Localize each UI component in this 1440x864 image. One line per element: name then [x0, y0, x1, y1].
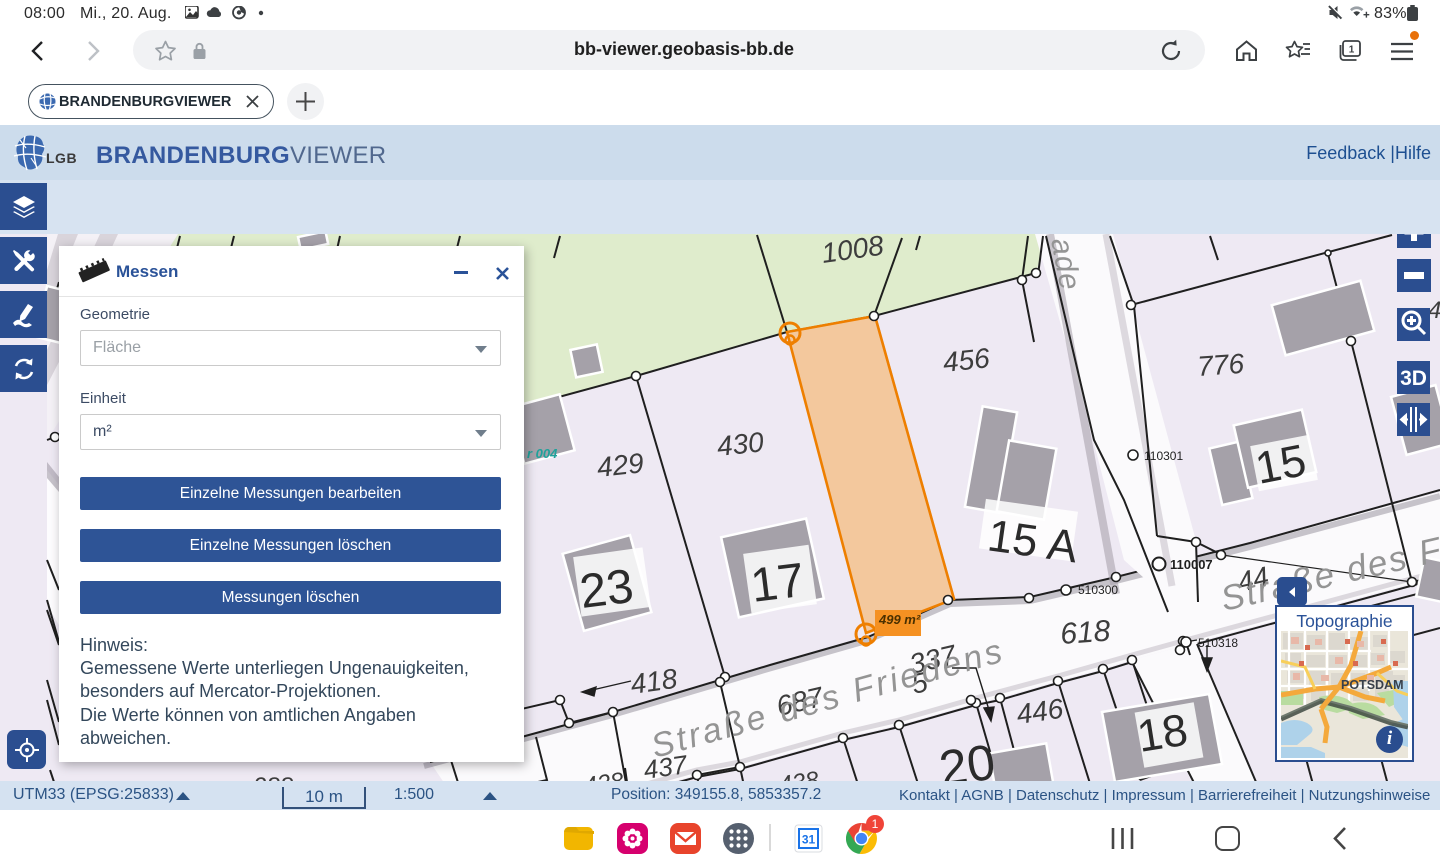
svg-text:15: 15 — [1251, 434, 1310, 494]
svg-text:510318: 510318 — [1198, 636, 1238, 650]
svg-text:18: 18 — [1134, 704, 1191, 762]
svg-text:r 004: r 004 — [527, 446, 558, 461]
svg-text:776: 776 — [1196, 348, 1245, 382]
svg-text:456: 456 — [941, 342, 991, 378]
svg-text:17: 17 — [748, 554, 807, 613]
svg-text:3D: 3D — [1400, 367, 1427, 390]
svg-text:POTSDAM: POTSDAM — [1341, 678, 1404, 692]
svg-text:110007: 110007 — [1170, 557, 1213, 572]
svg-text:429: 429 — [595, 447, 645, 483]
svg-text:110301: 110301 — [1144, 449, 1183, 463]
svg-text:31: 31 — [802, 833, 816, 847]
svg-text:418: 418 — [629, 663, 680, 700]
svg-text:618: 618 — [1059, 615, 1112, 651]
svg-text:446: 446 — [1015, 693, 1066, 730]
svg-text:430: 430 — [715, 426, 765, 462]
svg-text:499 m²: 499 m² — [878, 612, 921, 627]
svg-text:23: 23 — [577, 560, 636, 619]
svg-text:1: 1 — [1349, 45, 1355, 56]
svg-text:510300: 510300 — [1078, 583, 1118, 597]
